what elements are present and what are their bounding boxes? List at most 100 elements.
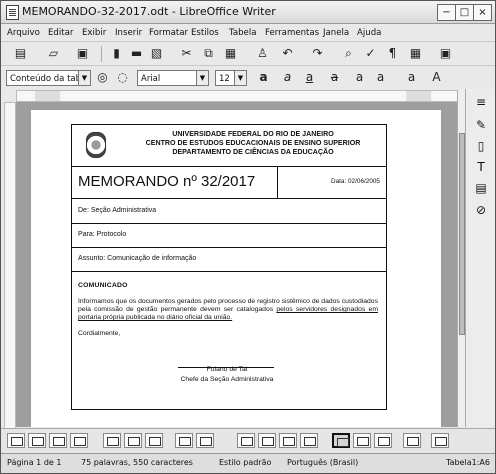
- print-icon[interactable]: ▬: [129, 46, 144, 61]
- clear-formatting-icon[interactable]: a: [404, 70, 419, 85]
- center-name: CENTRO DE ESTUDOS EDUCACIONAIS DE ENSINO…: [145, 139, 361, 147]
- font-name-select[interactable]: Arial ▼: [137, 70, 209, 86]
- redo-icon[interactable]: ↷: [310, 46, 325, 61]
- signature-role: Chefe da Seção Administrativa: [180, 376, 274, 383]
- menu-janela[interactable]: Janela: [323, 28, 349, 38]
- sidebar-menu-icon[interactable]: ≡: [473, 94, 489, 110]
- menu-ferramentas[interactable]: Ferramentas: [265, 28, 319, 38]
- table-optimize-icon[interactable]: [145, 433, 163, 448]
- chevron-down-icon[interactable]: ▼: [78, 71, 90, 85]
- clone-formatting-icon[interactable]: ♙: [255, 46, 270, 61]
- find-replace-icon[interactable]: ⌕: [341, 46, 356, 61]
- memo-title: MEMORANDO nº 32/2017: [78, 173, 256, 190]
- menu-estilos[interactable]: Estilos: [191, 28, 219, 38]
- update-style-icon[interactable]: ◎: [95, 70, 110, 85]
- vertical-ruler[interactable]: [4, 102, 16, 429]
- page-style-status[interactable]: Estilo padrão: [219, 458, 271, 467]
- table-align-bottom-icon[interactable]: [279, 433, 297, 448]
- menu-exibir[interactable]: Exibir: [82, 28, 106, 38]
- table-properties-icon[interactable]: [300, 433, 318, 448]
- table-delete-rows-icon[interactable]: [49, 433, 67, 448]
- new-style-icon[interactable]: ◌: [115, 70, 130, 85]
- document-page[interactable]: UNIVERSIDADE FEDERAL DO RIO DE JANEIRO C…: [31, 110, 441, 427]
- properties-icon[interactable]: ✎: [473, 117, 489, 133]
- table-autoformat-icon[interactable]: [374, 433, 392, 448]
- memo-header: UNIVERSIDADE FEDERAL DO RIO DE JANEIRO C…: [72, 125, 386, 167]
- maximize-button[interactable]: □: [455, 4, 474, 21]
- table-selected-tool-icon[interactable]: [332, 433, 350, 448]
- menu-inserir[interactable]: Inserir: [115, 28, 142, 38]
- strikethrough-icon[interactable]: a: [327, 70, 342, 85]
- university-title: UNIVERSIDADE FEDERAL DO RIO DE JANEIRO C…: [120, 130, 386, 157]
- menu-tabela[interactable]: Tabela: [229, 28, 257, 38]
- communication-heading: COMUNICADO: [78, 282, 128, 289]
- word-count-status[interactable]: 75 palavras, 550 caracteres: [81, 458, 193, 467]
- memo-body-cell[interactable]: COMUNICADO Informamos que os documentos …: [78, 282, 378, 338]
- language-status[interactable]: Português (Brasil): [287, 458, 358, 467]
- subscript-icon[interactable]: a: [373, 70, 388, 85]
- horizontal-ruler[interactable]: [16, 90, 459, 102]
- memo-body-text: Informamos que os documentos gerados pel…: [78, 298, 378, 322]
- spelling-icon[interactable]: ✓: [363, 46, 378, 61]
- superscript-icon[interactable]: a: [352, 70, 367, 85]
- underline-icon[interactable]: a: [302, 70, 317, 85]
- formatting-marks-icon[interactable]: ¶: [385, 46, 400, 61]
- italic-icon[interactable]: a: [280, 70, 295, 85]
- ruler-right-margin: [406, 91, 431, 101]
- document-canvas[interactable]: UNIVERSIDADE FEDERAL DO RIO DE JANEIRO C…: [16, 102, 457, 427]
- font-size-select[interactable]: 12 ▼: [215, 70, 247, 86]
- memo-table[interactable]: UNIVERSIDADE FEDERAL DO RIO DE JANEIRO C…: [71, 124, 387, 410]
- university-crest-icon: [86, 132, 106, 158]
- table-number-format-icon[interactable]: [353, 433, 371, 448]
- navigator-icon[interactable]: ⊘: [473, 202, 489, 218]
- insert-image-icon[interactable]: ▣: [438, 46, 453, 61]
- table-design-icon[interactable]: [431, 433, 449, 448]
- new-document-icon[interactable]: ▤: [13, 46, 28, 61]
- chevron-down-icon[interactable]: ▼: [234, 71, 246, 85]
- print-preview-icon[interactable]: ▧: [149, 46, 164, 61]
- menu-formatar[interactable]: Formatar: [149, 28, 188, 38]
- table-align-middle-icon[interactable]: [258, 433, 276, 448]
- table-insert-rows-icon[interactable]: [7, 433, 25, 448]
- to-row[interactable]: Para: Protocolo: [72, 223, 386, 248]
- table-sort-icon[interactable]: [403, 433, 421, 448]
- chevron-down-icon[interactable]: ▼: [196, 71, 208, 85]
- font-color-icon[interactable]: A: [429, 70, 444, 85]
- menu-arquivo[interactable]: Arquivo: [7, 28, 40, 38]
- paragraph-style-select[interactable]: Conteúdo da tab ▼: [6, 70, 91, 86]
- table-merge-cells-icon[interactable]: [103, 433, 121, 448]
- cut-icon[interactable]: ✂: [179, 46, 194, 61]
- menu-ajuda[interactable]: Ajuda: [357, 28, 381, 38]
- table-cell-status: Tabela1:A6: [446, 458, 490, 467]
- open-folder-icon[interactable]: ▱: [46, 46, 61, 61]
- memo-closing: Cordialmente,: [78, 330, 121, 337]
- styles-icon[interactable]: T: [473, 159, 489, 175]
- table-cell-background-icon[interactable]: [196, 433, 214, 448]
- menu-editar[interactable]: Editar: [48, 28, 73, 38]
- paste-icon[interactable]: ▦: [223, 46, 238, 61]
- undo-icon[interactable]: ↶: [280, 46, 295, 61]
- minimize-button[interactable]: −: [437, 4, 456, 21]
- subject-row[interactable]: Assunto: Comunicação de informação: [72, 247, 386, 272]
- table-borders-icon[interactable]: [175, 433, 193, 448]
- signature-name: Fulano de Tal: [206, 366, 248, 373]
- table-align-top-icon[interactable]: [237, 433, 255, 448]
- page-icon[interactable]: ▯: [473, 138, 489, 154]
- save-icon[interactable]: ▣: [75, 46, 90, 61]
- gallery-icon[interactable]: ▤: [473, 180, 489, 196]
- table-delete-columns-icon[interactable]: [70, 433, 88, 448]
- memo-title-row: MEMORANDO nº 32/2017 Data: 02/06/2005: [72, 166, 386, 199]
- title-bar: MEMORANDO-32-2017.odt - LibreOffice Writ…: [1, 1, 495, 24]
- page-status[interactable]: Página 1 de 1: [7, 458, 61, 467]
- from-text: De: Seção Administrativa: [78, 207, 157, 214]
- insert-table-icon[interactable]: ▦: [408, 46, 423, 61]
- standard-toolbar: ▤ ▱ ▣ ▮ ▬ ▧ ✂ ⧉ ▦ ♙ ↶ ↷ ⌕ ✓ ¶ ▦ ▣: [1, 41, 495, 66]
- bold-icon[interactable]: a: [256, 70, 271, 85]
- paragraph-style-value: Conteúdo da tab: [10, 74, 82, 84]
- table-split-cells-icon[interactable]: [124, 433, 142, 448]
- copy-icon[interactable]: ⧉: [201, 46, 216, 61]
- close-button[interactable]: ×: [473, 4, 492, 21]
- export-pdf-icon[interactable]: ▮: [109, 46, 124, 61]
- table-insert-columns-icon[interactable]: [28, 433, 46, 448]
- from-row[interactable]: De: Seção Administrativa: [72, 199, 386, 224]
